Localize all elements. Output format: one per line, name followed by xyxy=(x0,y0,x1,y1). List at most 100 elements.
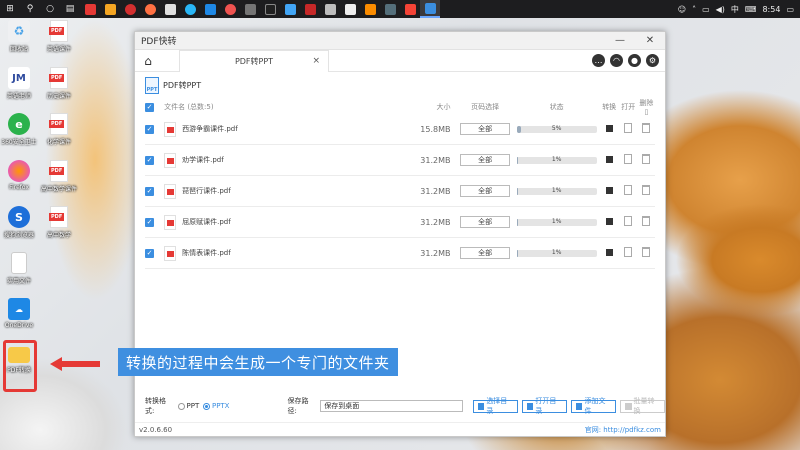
table-row[interactable]: ✓ 西游争霸课件.pdf 15.8MB 全部 5% xyxy=(145,114,655,145)
open-file-icon[interactable] xyxy=(624,185,633,195)
taskbar-app-11[interactable] xyxy=(280,0,300,18)
radio-ppt[interactable] xyxy=(177,402,185,410)
stop-icon[interactable] xyxy=(605,155,613,163)
radio-ppt-label[interactable]: PPT xyxy=(187,402,200,410)
taskbar-app-8[interactable] xyxy=(220,0,240,18)
stop-icon[interactable] xyxy=(605,248,613,256)
trash-icon[interactable] xyxy=(642,123,651,133)
gear-icon[interactable]: ⚙ xyxy=(646,54,659,67)
row-checkbox[interactable]: ✓ xyxy=(145,248,154,258)
page-range-select[interactable]: 全部 xyxy=(460,185,511,197)
taskbar-app-15[interactable] xyxy=(360,0,380,18)
taskbar-app-10[interactable] xyxy=(260,0,280,18)
taskbar-app-9[interactable] xyxy=(240,0,260,18)
table-row[interactable]: ✓ 屈原赋课件.pdf 31.2MB 全部 1% xyxy=(145,207,655,238)
trash-icon[interactable] xyxy=(642,154,651,164)
clock[interactable]: 8:54 xyxy=(762,5,780,14)
chat-icon[interactable]: … xyxy=(592,54,605,67)
select-all-checkbox[interactable]: ✓ xyxy=(145,102,154,112)
add-file-button[interactable]: 添加文件 xyxy=(570,397,616,415)
row-checkbox[interactable]: ✓ xyxy=(145,155,154,165)
ime-indicator[interactable]: 中 xyxy=(731,4,739,15)
taskbar-app-14[interactable] xyxy=(340,0,360,18)
stop-icon[interactable] xyxy=(605,217,613,225)
taskbar-app-2[interactable] xyxy=(100,0,120,18)
taskbar-app-5[interactable] xyxy=(160,0,180,18)
trash-icon[interactable]: ▯ xyxy=(644,108,648,116)
open-file-icon[interactable] xyxy=(624,247,633,257)
page-range-select[interactable]: 全部 xyxy=(460,247,511,259)
windows-start-icon[interactable]: ⊞ xyxy=(0,0,20,18)
file-name: 屈原赋课件.pdf xyxy=(182,218,231,226)
tab-label: PDF转PPT xyxy=(234,56,274,66)
title-bar[interactable]: PDF快转 — ✕ xyxy=(135,32,665,50)
taskbar-app-4[interactable] xyxy=(140,0,160,18)
page-range-select[interactable]: 全部 xyxy=(460,123,511,135)
desktop-icon-app[interactable]: JM 英语老师 xyxy=(2,67,36,100)
trash-icon[interactable] xyxy=(642,247,651,257)
taskbar-app-pdf-converter[interactable] xyxy=(420,0,440,18)
progress-label: 5% xyxy=(551,124,562,132)
version-text: v2.0.6.60 xyxy=(139,425,173,434)
batch-convert-button[interactable]: 批量转换 xyxy=(619,397,666,415)
desktop-icon-file[interactable]: 英语课件 xyxy=(42,20,76,53)
page-range-select[interactable]: 全部 xyxy=(460,216,511,228)
page-range-select[interactable]: 全部 xyxy=(460,154,511,166)
taskbar-app-7[interactable] xyxy=(200,0,220,18)
radio-pptx-label[interactable]: PPTX xyxy=(212,402,230,410)
table-row[interactable]: ✓ 陈情表课件.pdf 31.2MB 全部 1% xyxy=(145,238,655,269)
taskbar-app-16[interactable] xyxy=(380,0,400,18)
open-dir-button[interactable]: 打开目录 xyxy=(521,397,567,415)
desktop-icon-app[interactable]: ☁ OneDrive xyxy=(2,298,36,329)
taskbar-app-13[interactable] xyxy=(320,0,340,18)
chevron-up-icon[interactable]: ˄ xyxy=(692,5,696,14)
tab-close-icon[interactable]: × xyxy=(312,56,320,66)
trash-icon[interactable] xyxy=(642,185,651,195)
table-row[interactable]: ✓ 琵琶行课件.pdf 31.2MB 全部 1% xyxy=(145,176,655,207)
home-icon[interactable]: ⌂ xyxy=(135,50,161,72)
save-path-input[interactable]: 保存到桌面 xyxy=(320,400,463,412)
cortana-icon[interactable]: ○ xyxy=(40,0,60,18)
desktop-icon-app[interactable]: e 360安全卫士 xyxy=(1,113,37,146)
network-icon[interactable]: ▭ xyxy=(702,5,710,14)
user-icon[interactable]: ● xyxy=(628,54,641,67)
ime-mode-icon[interactable]: ⌨ xyxy=(745,5,757,14)
desktop-icon-file[interactable]: 高中数学 xyxy=(42,206,76,239)
taskbar-app-1[interactable] xyxy=(80,0,100,18)
trash-icon[interactable] xyxy=(642,216,651,226)
open-file-icon[interactable] xyxy=(624,216,633,226)
stop-icon[interactable] xyxy=(605,186,613,194)
taskbar-app-17[interactable] xyxy=(400,0,420,18)
task-view-icon[interactable]: ▤ xyxy=(60,0,80,18)
taskbar-app-12[interactable] xyxy=(300,0,320,18)
desktop-icon-file[interactable]: 高中数学课件 xyxy=(41,160,77,193)
notification-icon[interactable]: ▭ xyxy=(786,5,794,14)
volume-icon[interactable]: ◀) xyxy=(716,5,725,14)
table-row[interactable]: ✓ 劝学课件.pdf 31.2MB 全部 1% xyxy=(145,145,655,176)
desktop-icon-file[interactable]: 化学课件 xyxy=(42,113,76,146)
headset-icon[interactable]: ◠ xyxy=(610,54,623,67)
minimize-button[interactable]: — xyxy=(605,32,635,50)
open-file-icon[interactable] xyxy=(624,154,633,164)
people-icon[interactable]: ☺ xyxy=(678,5,686,14)
row-checkbox[interactable]: ✓ xyxy=(145,217,154,227)
desktop-icon-recycle-bin[interactable]: ♻ 回收站 xyxy=(2,20,36,53)
choose-dir-button[interactable]: 选择目录 xyxy=(472,397,518,415)
stop-icon[interactable] xyxy=(605,124,613,132)
desktop-icon-app[interactable]: Firefox xyxy=(2,160,36,191)
close-button[interactable]: ✕ xyxy=(635,32,665,50)
taskbar-app-6[interactable] xyxy=(180,0,200,18)
tab-pdf-to-ppt[interactable]: PDF转PPT × xyxy=(179,49,329,72)
radio-pptx[interactable] xyxy=(203,402,210,410)
progress-bar: 1% xyxy=(516,218,597,226)
website-link[interactable]: 官网: http://pdfkz.com xyxy=(585,425,661,435)
desktop-icon-label: Firefox xyxy=(9,184,29,191)
desktop-icon-app[interactable]: S 搜狗浏览器 xyxy=(2,206,36,239)
search-icon[interactable]: ⚲ xyxy=(20,0,40,18)
row-checkbox[interactable]: ✓ xyxy=(145,186,154,196)
open-file-icon[interactable] xyxy=(624,123,633,133)
desktop-icon-file[interactable]: 历史课件 xyxy=(42,67,76,100)
taskbar-app-3[interactable] xyxy=(120,0,140,18)
row-checkbox[interactable]: ✓ xyxy=(145,124,154,134)
desktop-icon-file[interactable]: 实用文件 xyxy=(2,252,36,285)
